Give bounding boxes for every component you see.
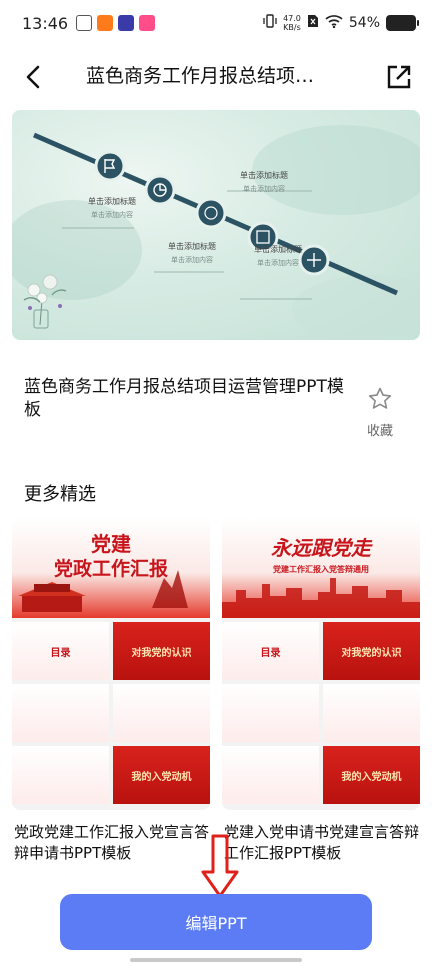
slide-title: 对我党的认识 (131, 648, 192, 659)
slide-thumb: 我的入党动机 (323, 746, 420, 804)
slide-thumb (12, 684, 109, 742)
slide-title: 对我党的认识 (341, 648, 402, 659)
down-arrow-icon (201, 834, 239, 898)
network-speed-unit: KB/s (283, 23, 301, 32)
share-button[interactable] (384, 62, 414, 92)
network-speed-value: 47.0 (283, 14, 301, 23)
slide-thumb (222, 746, 319, 804)
timeline-heading: 单击添加标题 (88, 197, 136, 206)
timeline-label-2: 单击添加标题 单击添加内容 (224, 170, 304, 194)
timeline-sub: 单击添加内容 (91, 211, 133, 219)
timeline-label-3: 单击添加标题 单击添加内容 (152, 241, 232, 265)
slide-title: 我的入党动机 (131, 772, 192, 783)
star-outline-icon (368, 387, 392, 409)
timeline-heading: 单击添加标题 (168, 242, 216, 251)
template-preview[interactable]: 单击添加标题 单击添加内容 单击添加标题 单击添加内容 单击添加标题 单击添加内… (12, 110, 420, 340)
slide-thumb: 目录 (222, 622, 319, 680)
slide-thumb (113, 684, 210, 742)
template-card-2[interactable]: 永远跟党走 党建工作汇报入党答辩通用 目录 对我党的认识 我的入党动机 (222, 518, 420, 810)
status-bar: 13:46 47.0 KB/s 54% (0, 0, 432, 50)
timeline-node-1 (94, 150, 126, 182)
slide-thumbnails: 目录 对我党的认识 我的入党动机 (222, 622, 420, 804)
skyline-graphic (222, 578, 420, 618)
slide-thumb: 我的入党动机 (113, 746, 210, 804)
favorite-button[interactable]: 收藏 (358, 386, 402, 439)
slide-thumb (323, 684, 420, 742)
wifi-icon (325, 14, 343, 32)
card-cover: 永远跟党走 党建工作汇报入党答辩通用 (222, 518, 420, 618)
slide-thumb (222, 684, 319, 742)
template-title: 蓝色商务工作月报总结项目运营管理PPT模板 (24, 377, 344, 420)
template-card-1[interactable]: 党建 党政工作汇报 目录 对我党的认识 我的入党动机 (12, 518, 210, 810)
status-time: 13:46 (22, 14, 69, 33)
timeline-heading: 单击添加标题 (254, 245, 302, 254)
timeline-sub: 单击添加内容 (171, 256, 213, 264)
timeline-graphic (12, 125, 420, 340)
sim-icon (307, 14, 319, 32)
network-speed: 47.0 KB/s (283, 14, 301, 32)
card-caption-1[interactable]: 党政党建工作汇报入党宣言答辩申请书PPT模板 (14, 822, 214, 864)
card-caption-2[interactable]: 党建入党申请书党建宣言答辩工作汇报PPT模板 (224, 822, 424, 864)
slide-title: 我的入党动机 (341, 772, 402, 783)
page-title: 蓝色商务工作月报总结项… (86, 65, 315, 87)
back-button[interactable] (18, 62, 48, 92)
section-title: 更多精选 (24, 484, 96, 505)
battery-icon (386, 15, 419, 31)
top-bar: 蓝色商务工作月报总结项… (0, 50, 432, 104)
home-indicator[interactable] (130, 958, 302, 962)
app-icon (118, 15, 134, 31)
favorite-label: 收藏 (366, 424, 393, 439)
slide-title: 目录 (260, 648, 281, 659)
timeline-heading: 单击添加标题 (240, 171, 288, 180)
app-icon (97, 15, 113, 31)
edit-ppt-button[interactable]: 编辑PPT (60, 894, 372, 950)
chevron-left-icon (26, 65, 40, 89)
slide-thumb: 对我党的认识 (323, 622, 420, 680)
timeline-sub: 单击添加内容 (243, 185, 285, 193)
slide-thumb: 对我党的认识 (113, 622, 210, 680)
share-icon (387, 65, 411, 89)
slide-thumbnails: 目录 对我党的认识 我的入党动机 (12, 622, 210, 804)
timeline-sub: 单击添加内容 (257, 259, 299, 267)
battery-percent: 54% (348, 15, 380, 31)
timeline-node-3 (195, 197, 227, 229)
app-icon (139, 15, 155, 31)
slide-title: 目录 (50, 648, 71, 659)
timeline-label-4: 单击添加标题 单击添加内容 (238, 244, 318, 268)
notification-icons (76, 15, 155, 31)
tiananmen-graphic (18, 570, 188, 612)
card-cover: 党建 党政工作汇报 (12, 518, 210, 618)
app-icon (76, 15, 92, 31)
status-right: 47.0 KB/s 54% (263, 14, 419, 32)
slide-thumb: 目录 (12, 622, 109, 680)
timeline-label-1: 单击添加标题 单击添加内容 (72, 196, 152, 220)
slide-thumb (12, 746, 109, 804)
vibrate-icon (263, 14, 277, 32)
